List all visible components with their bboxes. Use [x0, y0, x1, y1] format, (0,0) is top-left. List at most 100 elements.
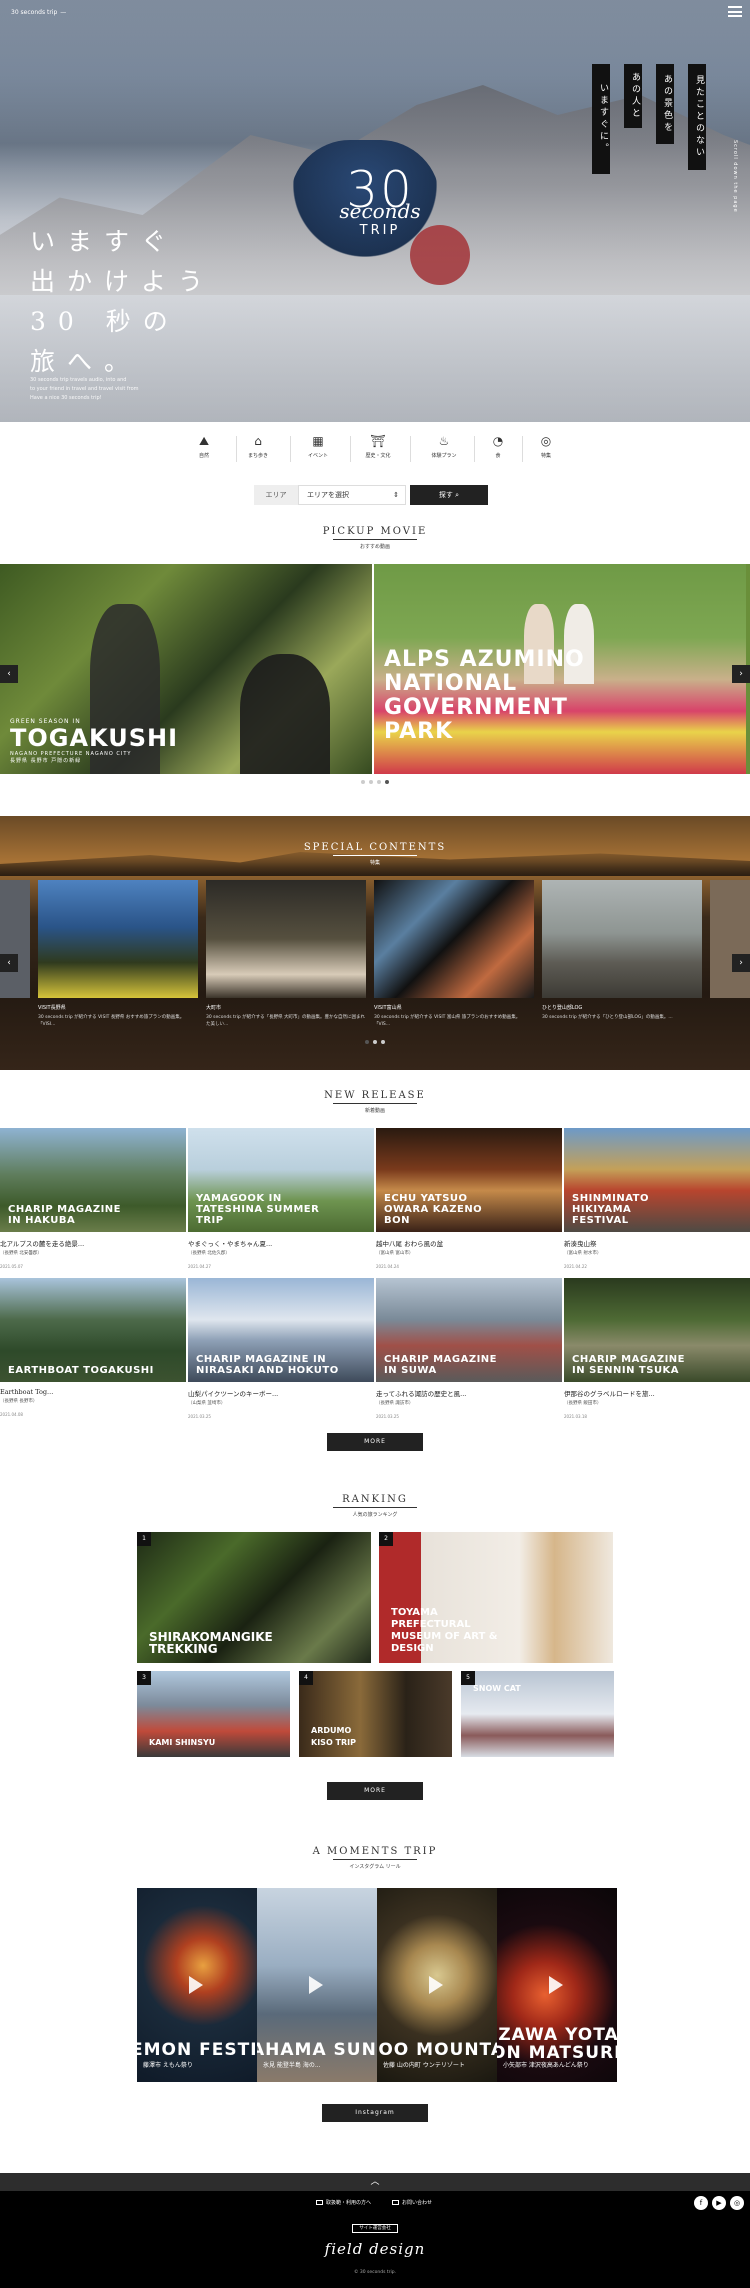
release-item[interactable]: CHARIP MAGAZINE IN HAKUBA 北アルプスの麓を走る絶景..… [0, 1128, 186, 1269]
moments-heading: A MOMENTS TRIP インスタグラム リール [312, 1846, 438, 1870]
search-icon: ⌕ [455, 491, 460, 499]
window-icon [316, 2200, 323, 2205]
prev-card-peek [0, 880, 30, 998]
ranking-heading: RANKING 人気の旅ランキング [0, 1494, 750, 1518]
release-item[interactable]: CHARIP MAGAZINE IN SUWA 走ってふれる諏訪の歴史と風...… [376, 1278, 562, 1419]
release-thumbnail: CHARIP MAGAZINE IN SUWA [376, 1278, 562, 1382]
vertical-copy-2: あの景色を [656, 64, 674, 144]
prev-arrow[interactable]: ‹ [0, 665, 18, 683]
more-button[interactable]: MORE [327, 1433, 423, 1451]
special-card[interactable]: 大町市 30 seconds trip が紹介する「長野県 大町市」の動画集。豊か… [206, 880, 366, 1028]
release-thumbnail: CHARIP MAGAZINE IN NIRASAKI AND HOKUTO [188, 1278, 374, 1382]
youtube-icon[interactable]: ▶ [712, 2196, 726, 2210]
ranking-item[interactable]: 2 TOYAMA PREFECTURAL MUSEUM OF ART & DES… [379, 1532, 613, 1663]
special-card[interactable]: VISIT富山県 30 seconds trip が紹介する VISIT 富山県 … [374, 880, 534, 1028]
hero-logo: 30 seconds TRIP [339, 161, 421, 238]
card-image [542, 880, 702, 998]
onsen-icon: ♨ [438, 434, 450, 448]
catch-line-1: いますぐ [30, 227, 179, 256]
search-button[interactable]: 探す ⌕ [410, 485, 488, 505]
reel-item[interactable]: JOO MOUNTAI佐藤 山の内町 ウンテリゾート [377, 1888, 497, 2082]
calendar-icon: ▦ [312, 434, 324, 448]
reel-item[interactable]: IZAWA YOTAK ON MATSURI小矢部市 津沢夜高あんどん祭り [497, 1888, 617, 2082]
feature-icon: ◎ [540, 434, 552, 448]
special-dots[interactable] [0, 1040, 750, 1044]
instagram-button[interactable]: Instagram [322, 2104, 428, 2122]
release-item[interactable]: CHARIP MAGAZINE IN SENNIN TSUKA 伊那谷のグラベル… [564, 1278, 750, 1419]
food-icon: ◔ [492, 434, 504, 448]
divider [290, 436, 291, 462]
vertical-copy-1: 見たことのない [688, 64, 706, 170]
temple-icon: ⛩ [370, 434, 386, 448]
menu-icon[interactable] [728, 6, 742, 17]
company-badge: サイト運営会社 [352, 2224, 398, 2233]
next-arrow[interactable]: › [732, 954, 750, 972]
category-town[interactable]: ⌂ まち歩き [236, 434, 280, 459]
catch-line-4: 旅へ。 [30, 347, 142, 376]
scroll-hint: Scroll down the page [732, 140, 738, 213]
release-thumbnail: ECHU YATSUO OWARA KAZENO BON [376, 1128, 562, 1232]
catch-sub: 30 seconds trip travels audio, into and … [30, 377, 139, 401]
vertical-copy-4: いますぐに。 [592, 64, 610, 174]
pickup-heading: PICKUP MOVIE おすすめ動画 [322, 526, 428, 550]
company-logo[interactable]: field design [300, 2240, 450, 2258]
mail-icon [392, 2200, 399, 2205]
category-food[interactable]: ◔ 食 [476, 434, 520, 459]
reel-item[interactable]: EMON FESTIV藤澤市 えもん祭り [137, 1888, 257, 2082]
instagram-icon[interactable]: ◎ [730, 2196, 744, 2210]
release-item[interactable]: SHINMINATO HIKIYAMA FESTIVAL 新湊曳山祭 （富山県 射… [564, 1128, 750, 1269]
category-nature[interactable]: ⛰ 自然 [182, 434, 226, 459]
release-thumbnail: EARTHBOAT TOGAKUSHI [0, 1278, 186, 1382]
mountain-icon: ⛰ [198, 434, 210, 448]
release-item[interactable]: YAMAGOOK IN TATESHINA SUMMER TRIP やまぐっく・… [188, 1128, 374, 1269]
card-image [38, 880, 198, 998]
catch-line-3: 30 秒の [30, 307, 180, 336]
category-experience[interactable]: ♨ 体験プラン [422, 434, 466, 459]
page-top-button[interactable]: ︿ [0, 2173, 750, 2191]
play-icon [189, 1976, 203, 1994]
release-item[interactable]: ECHU YATSUO OWARA KAZENO BON 越中八尾 おわら風の盆… [376, 1128, 562, 1269]
divider [522, 436, 523, 462]
pickup-dots[interactable] [0, 780, 750, 784]
facebook-icon[interactable]: f [694, 2196, 708, 2210]
release-thumbnail: CHARIP MAGAZINE IN HAKUBA [0, 1128, 186, 1232]
divider [474, 436, 475, 462]
more-button[interactable]: MORE [327, 1782, 423, 1800]
divider [410, 436, 411, 462]
area-select[interactable]: エリアを選択 [298, 485, 406, 505]
category-event[interactable]: ▦ イベント [296, 434, 340, 459]
special-card[interactable]: ひとり登山部LOG 30 seconds trip が紹介する「ひとり登山部LOG… [542, 880, 702, 1021]
pickup-slide-togakushi[interactable]: GREEN SEASON IN TOGAKUSHI NAGANO PREFECT… [0, 564, 372, 774]
special-heading: SPECIAL CONTENTS 特集 [303, 842, 447, 866]
category-history[interactable]: ⛩ 歴史・文化 [356, 434, 400, 459]
card-image [206, 880, 366, 998]
reel-item[interactable]: AHAMA SUNSORT氷見 能登半島 海の... [257, 1888, 377, 2082]
card-image [374, 880, 534, 998]
release-item[interactable]: CHARIP MAGAZINE IN NIRASAKI AND HOKUTO 山… [188, 1278, 374, 1419]
pickup-slide-azumino[interactable]: ALPS AZUMINO NATIONAL GOVERNMENT PARK [374, 564, 746, 774]
release-thumbnail: YAMAGOOK IN TATESHINA SUMMER TRIP [188, 1128, 374, 1232]
new-release-heading: NEW RELEASE 新着動画 [324, 1090, 426, 1114]
release-thumbnail: CHARIP MAGAZINE IN SENNIN TSUKA [564, 1278, 750, 1382]
footer-link-contact[interactable]: お問い合わせ [392, 2199, 432, 2206]
next-card-peek [710, 880, 750, 998]
play-icon [309, 1976, 323, 1994]
ranking-item[interactable]: 4 ARDUMO KISO TRIP [299, 1671, 452, 1757]
category-feature[interactable]: ◎ 特集 [524, 434, 568, 459]
divider [350, 436, 351, 462]
release-item[interactable]: EARTHBOAT TOGAKUSHI Earthboat Tog... （長野県… [0, 1278, 186, 1417]
play-icon [549, 1976, 563, 1994]
ranking-item[interactable]: 3 KAMI SHINSYU [137, 1671, 290, 1757]
ranking-item[interactable]: 5 SNOW CAT [461, 1671, 614, 1757]
prev-arrow[interactable]: ‹ [0, 954, 18, 972]
town-icon: ⌂ [254, 434, 262, 448]
ranking-item[interactable]: 1 SHIRAKOMANGIKE TREKKING [137, 1532, 371, 1663]
next-arrow[interactable]: › [732, 665, 750, 683]
catch-line-2: 出かけよう [30, 267, 216, 296]
release-thumbnail: SHINMINATO HIKIYAMA FESTIVAL [564, 1128, 750, 1232]
vertical-copy-3: あの人と [624, 64, 642, 128]
copyright: © 30 seconds trip. [353, 2270, 397, 2275]
site-logo[interactable]: 30 seconds trip — [8, 6, 66, 17]
footer-link-guide[interactable]: 取扱範・利用の方へ [316, 2199, 371, 2206]
special-card[interactable]: VISIT長野県 30 seconds trip が紹介する VISIT 長野県 … [38, 880, 198, 1028]
